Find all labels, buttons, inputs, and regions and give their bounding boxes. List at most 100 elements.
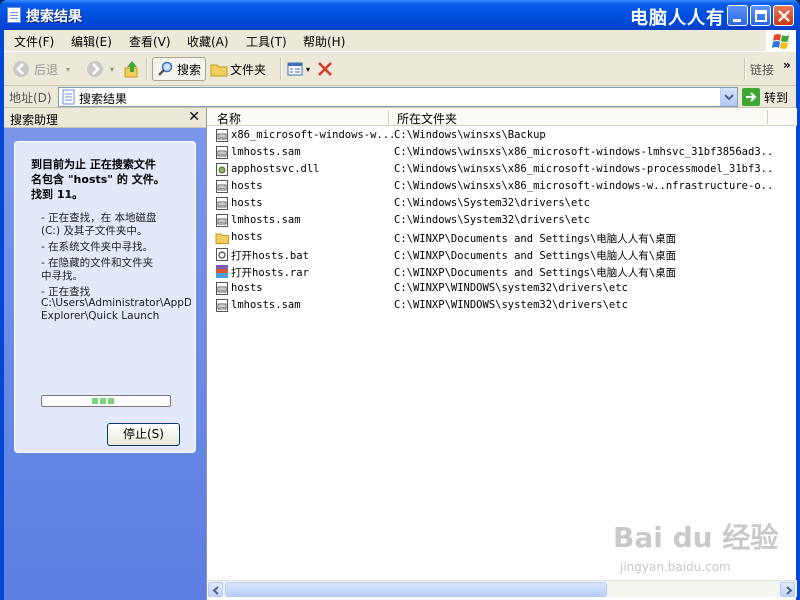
table-row[interactable]: hosts C:\Windows\System32\drivers\etc [207,195,797,212]
menu-bar: 文件(F) 编辑(E) 查看(V) 收藏(A) 工具(T) 帮助(H) [4,30,796,52]
menu-help[interactable]: 帮助(H) [303,33,345,50]
table-row[interactable]: x86_microsoft-windows-w... C:\Windows\win… [207,127,797,144]
go-button[interactable]: 转到 [742,88,788,106]
file-folder: C:\Windows\winsxs\Backup [394,129,546,141]
scrollbar-thumb[interactable] [225,582,607,597]
file-folder: C:\Windows\winsxs\x86_microsoft-windows-… [394,163,774,175]
title-bar[interactable]: 搜索结果 电脑人人有 [0,0,800,30]
search-assistant-pane: 搜索助理 ✕ 到目前为止 正在搜索文件 名包含 "hosts" 的 文件。 找到… [4,108,206,600]
file-name: hosts [231,180,263,192]
table-row[interactable]: lmhosts.sam C:\WINXP\WINDOWS\system32\dri… [207,297,797,314]
file-folder: C:\WINXP\Documents and Settings\电脑人人有\桌面 [394,267,677,279]
sys-file-icon [216,197,228,210]
back-label: 后退 [34,62,59,77]
maximize-icon [755,10,767,22]
search-results-window-icon [7,7,21,23]
menu-edit[interactable]: 编辑(E) [71,33,112,50]
list-header: 名称 所在文件夹 [207,108,797,126]
back-button[interactable]: 后退 ▾ [10,57,70,81]
back-dropdown-icon[interactable]: ▾ [66,65,70,74]
scroll-left-button[interactable] [208,582,223,597]
address-input[interactable]: 搜索结果 [58,87,738,107]
assistant-close-icon[interactable]: ✕ [188,109,200,125]
column-header-folder[interactable]: 所在文件夹 [397,110,457,127]
minimize-icon [733,19,741,22]
sys-file-icon [216,214,228,227]
up-folder-button[interactable] [122,57,142,81]
address-dropdown-button[interactable] [720,88,737,106]
sys-file-icon [216,282,228,295]
file-name: hosts [231,197,263,209]
chevron-left-icon [212,586,219,595]
close-icon [778,10,790,22]
forward-arrow-icon [87,61,103,77]
file-name: lmhosts.sam [231,214,301,226]
menu-view[interactable]: 查看(V) [129,33,171,50]
sys-file-icon [216,180,228,193]
progress-block [100,398,106,404]
menu-file[interactable]: 文件(F) [14,33,54,50]
baidu-watermark: Bai du 经验 [613,521,779,554]
watermark-text: 电脑人人有 [630,8,725,29]
status-line: 找到 11。 [31,188,84,201]
menu-favorites[interactable]: 收藏(A) [187,33,229,50]
forward-button[interactable]: ▾ [84,57,114,81]
sys-file-icon [216,299,228,312]
rar-icon [216,265,228,278]
search-step-line: (C:) 及其子文件夹中。 [41,225,148,237]
links-button[interactable]: 链接 [750,57,774,81]
file-name: 打开hosts.bat [231,250,309,262]
file-folder: C:\WINXP\WINDOWS\system32\drivers\etc [394,299,628,311]
table-row[interactable]: 打开hosts.rar C:\WINXP\Documents and Settin… [207,263,797,280]
file-name: apphostsvc.dll [231,163,320,175]
views-button[interactable]: ▾ [286,57,310,81]
menu-tools[interactable]: 工具(T) [246,33,287,50]
table-row[interactable]: hosts C:\WINXP\WINDOWS\system32\drivers\e… [207,280,797,297]
views-dropdown-icon: ▾ [306,64,311,74]
folders-button[interactable]: 文件夹 [210,57,266,81]
progress-block [92,398,98,404]
column-header-name[interactable]: 名称 [217,110,241,127]
chevron-down-icon [724,94,734,101]
file-folder: C:\Windows\winsxs\x86_microsoft-windows-… [394,146,774,158]
forward-dropdown-icon[interactable]: ▾ [110,65,114,74]
search-label: 搜索 [177,62,202,77]
file-name: hosts [231,282,263,294]
assistant-header: 搜索助理 ✕ [4,108,206,128]
baidu-watermark-url: jingyan.baidu.com [620,560,731,574]
table-row[interactable]: lmhosts.sam C:\Windows\winsxs\x86_microso… [207,144,797,161]
search-icon [158,61,173,76]
window-title: 搜索结果 [26,9,82,25]
file-folder: C:\WINXP\WINDOWS\system32\drivers\etc [394,282,628,294]
close-button[interactable] [773,5,794,26]
views-icon [287,62,303,76]
go-arrow-icon [742,88,760,106]
toolbar-chevron-icon[interactable]: » [783,53,791,77]
minimize-button[interactable] [727,5,748,26]
maximize-button[interactable] [750,5,771,26]
stop-button[interactable]: 停止(S) [107,423,180,446]
scroll-right-button[interactable] [780,582,795,597]
folder-icon [215,233,229,244]
bat-icon [216,248,228,261]
table-row[interactable]: hosts C:\Windows\winsxs\x86_microsoft-win… [207,178,797,195]
status-line: 名包含 "hosts" 的 文件。 [31,173,165,186]
file-folder: C:\Windows\winsxs\x86_microsoft-windows-… [394,180,774,192]
table-row[interactable]: hosts C:\WINXP\Documents and Settings\电脑人… [207,229,797,246]
table-row[interactable]: lmhosts.sam C:\Windows\System32\drivers\e… [207,212,797,229]
file-name: lmhosts.sam [231,299,301,311]
horizontal-scrollbar[interactable] [207,580,797,597]
address-value: 搜索结果 [79,92,128,106]
search-step-line: - 在系统文件夹中寻找。 [41,241,154,253]
file-folder: C:\Windows\System32\drivers\etc [394,214,590,226]
windows-logo [766,30,796,52]
address-label: 地址(D) [9,91,52,105]
sys-file-icon [216,146,228,159]
chevron-right-icon [786,586,793,595]
search-button[interactable]: 搜索 [152,57,207,81]
toolbar: 后退 ▾ ▾ 搜索 文件夹 ▾ 链接 » [4,52,796,86]
table-row[interactable]: 打开hosts.bat C:\WINXP\Documents and Settin… [207,246,797,263]
table-row[interactable]: apphostsvc.dll C:\Windows\winsxs\x86_micr… [207,161,797,178]
search-progress-bar [41,395,171,407]
delete-button[interactable] [316,57,334,81]
